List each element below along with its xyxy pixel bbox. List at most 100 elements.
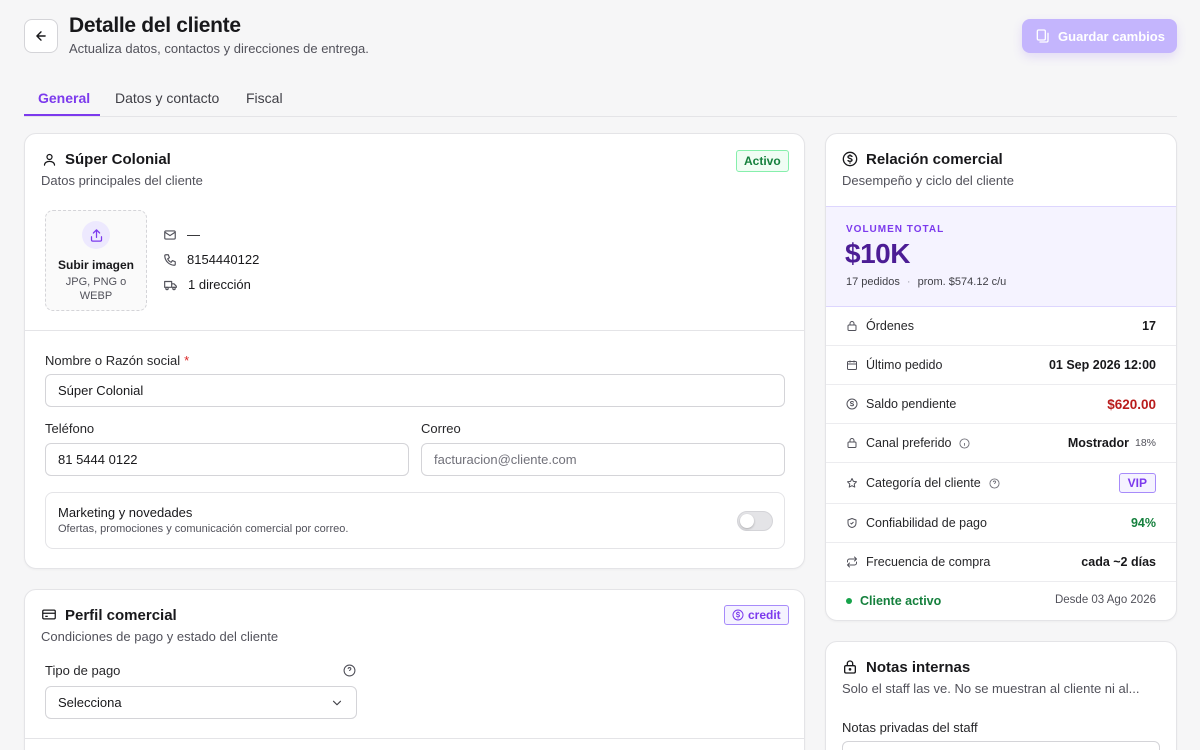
notes-card: Notas internas Solo el staff las ve. No …	[825, 641, 1177, 750]
chevron-down-icon	[332, 700, 342, 705]
channel-label: Canal preferido	[866, 436, 952, 450]
payment-type-select[interactable]: Selecciona	[45, 686, 357, 719]
notes-card-subtitle: Solo el staff las ve. No se muestran al …	[842, 681, 1140, 696]
relation-card-title: Relación comercial	[866, 151, 1003, 168]
channel-percentage: 18%	[1134, 437, 1156, 449]
contact-address-row: 1 dirección	[163, 277, 251, 292]
page-title: Detalle del cliente	[69, 14, 241, 37]
payment-mode-badge-label: credit	[748, 608, 781, 622]
metric-label: Frecuencia de compra	[846, 555, 1081, 569]
shield-check-icon	[847, 518, 857, 528]
info-icon[interactable]	[959, 437, 971, 449]
save-button[interactable]: Guardar cambios	[1022, 19, 1177, 53]
reliability-value: 94%	[1130, 516, 1156, 530]
tab-bar: General Datos y contacto Fiscal	[24, 82, 1177, 117]
marketing-toggle[interactable]	[737, 511, 773, 531]
contact-phone-row: 8154440122	[163, 252, 259, 267]
separator-dot: ·	[906, 276, 911, 288]
commercial-card-title: Perfil comercial	[65, 607, 177, 624]
contact-address-value: 1 dirección	[188, 277, 251, 292]
status-badge: Activo	[736, 150, 789, 172]
metric-frequency: Frecuencia de compra cada ~2 días	[826, 543, 1176, 582]
relation-card-subtitle: Desempeño y ciclo del cliente	[842, 173, 1014, 188]
status-dot	[846, 598, 852, 604]
metric-orders: Órdenes 17	[826, 307, 1176, 346]
customer-active-label: Cliente activo	[860, 594, 942, 608]
metric-label: Canal preferido	[846, 436, 1068, 450]
payment-mode-badge: credit	[724, 605, 789, 625]
commercial-card-subtitle: Condiciones de pago y estado del cliente	[41, 629, 279, 644]
name-input[interactable]: Súper Colonial	[45, 374, 785, 407]
metric-label: Categoría del cliente	[846, 476, 1119, 490]
category-badge: VIP	[1118, 473, 1156, 493]
divider	[25, 330, 804, 331]
notes-textarea[interactable]	[842, 741, 1160, 750]
payment-type-label: Tipo de pago	[45, 663, 121, 678]
tab-datos-contacto[interactable]: Datos y contacto	[115, 90, 219, 106]
volume-subtext: 17 pedidos · prom. $574.12 c/u	[846, 276, 1006, 288]
customer-active-status: Cliente activo	[846, 594, 941, 608]
reliability-label: Confiabilidad de pago	[866, 516, 987, 530]
active-tab-indicator	[24, 114, 100, 116]
upload-icon	[90, 228, 102, 242]
category-label: Categoría del cliente	[866, 476, 981, 490]
metric-label: Confiabilidad de pago	[846, 516, 1131, 530]
email-input[interactable]: facturacion@cliente.com	[421, 443, 785, 476]
orders-value: 17	[1142, 319, 1156, 333]
repeat-icon	[847, 556, 857, 568]
divider	[25, 738, 804, 739]
contact-phone-value: 8154440122	[187, 252, 260, 267]
commercial-profile-card: Perfil comercial Condiciones de pago y e…	[24, 589, 805, 750]
user-icon	[43, 153, 56, 166]
metric-reliability: Confiabilidad de pago 94%	[826, 504, 1176, 543]
phone-input[interactable]: 81 5444 0122	[45, 443, 409, 476]
required-marker: *	[184, 353, 190, 368]
metric-balance: Saldo pendiente $620.00	[826, 385, 1176, 424]
lock-icon	[847, 438, 857, 448]
dollar-circle-icon	[732, 609, 744, 621]
tab-fiscal[interactable]: Fiscal	[246, 90, 283, 106]
metric-channel: Canal preferido Mostrador 18%	[826, 424, 1176, 463]
back-button[interactable]	[24, 19, 58, 53]
metric-label: Último pedido	[846, 358, 1049, 372]
arrow-left-icon	[36, 31, 46, 41]
contact-email-value: —	[187, 227, 200, 242]
dollar-circle-icon	[842, 151, 858, 167]
dollar-circle-icon	[846, 398, 858, 410]
credit-card-icon	[42, 609, 56, 620]
name-field-label: Nombre o Razón social *	[45, 353, 189, 368]
last-order-value: 01 Sep 2026 12:00	[1048, 358, 1156, 372]
tab-general[interactable]: General	[38, 90, 90, 106]
email-field-label: Correo	[421, 421, 461, 436]
volume-summary: VOLUMEN TOTAL $10K 17 pedidos · prom. $5…	[826, 206, 1176, 307]
customer-card-subtitle: Datos principales del cliente	[41, 173, 203, 188]
marketing-description: Ofertas, promociones y comunicación come…	[58, 523, 349, 535]
metric-category: Categoría del cliente VIP	[826, 463, 1176, 504]
volume-average: prom. $574.12 c/u	[917, 276, 1007, 288]
notes-card-title: Notas internas	[866, 659, 971, 676]
image-upload[interactable]: Subir imagen JPG, PNG o WEBP	[45, 210, 147, 311]
phone-field-label: Teléfono	[45, 421, 95, 436]
lock-icon	[844, 660, 856, 674]
truck-icon	[164, 280, 177, 290]
volume-label: VOLUMEN TOTAL	[846, 224, 945, 235]
help-icon[interactable]	[343, 664, 356, 677]
phone-icon	[164, 253, 176, 266]
frequency-value: cada ~2 días	[1081, 555, 1156, 569]
help-icon[interactable]	[989, 477, 1000, 489]
volume-value: $10K	[845, 238, 910, 269]
metric-last-order: Último pedido 01 Sep 2026 12:00	[826, 346, 1176, 385]
star-icon	[847, 478, 857, 488]
volume-orders: 17 pedidos	[846, 276, 900, 288]
metric-label: Saldo pendiente	[846, 397, 1107, 411]
notes-field-label: Notas privadas del staff	[842, 720, 978, 735]
contact-email-row: —	[163, 227, 200, 242]
lock-icon	[847, 321, 857, 331]
save-icon	[1036, 29, 1049, 43]
payment-type-value: Selecciona	[58, 695, 122, 710]
metric-label: Órdenes	[846, 319, 1142, 333]
upload-hint: JPG, PNG o WEBP	[65, 276, 127, 302]
customer-since: Desde 03 Ago 2026	[1054, 594, 1156, 606]
customer-card: Súper Colonial Datos principales del cli…	[24, 133, 805, 569]
upload-icon-wrap	[82, 221, 110, 249]
